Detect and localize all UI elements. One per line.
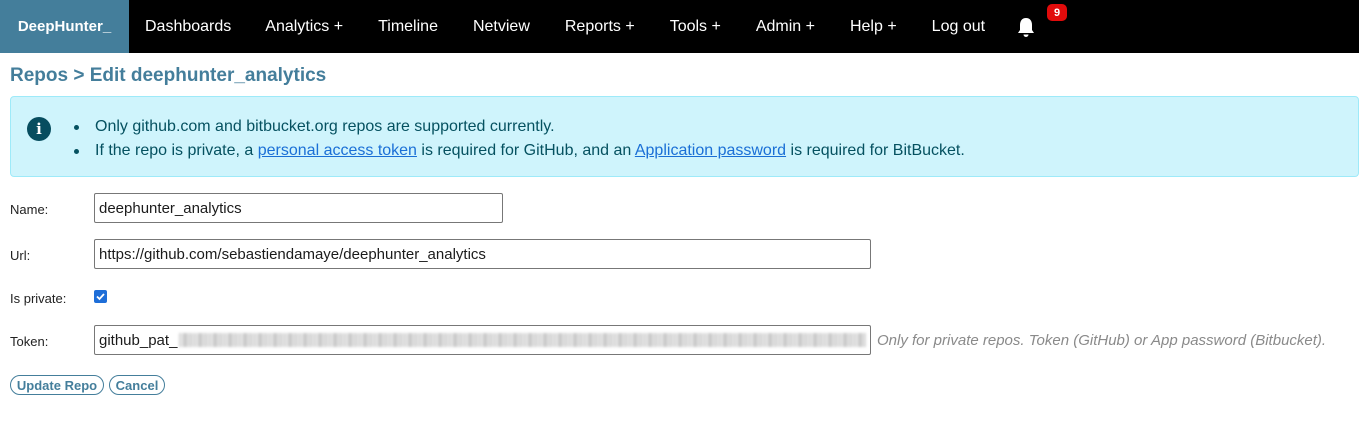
nav-dashboards[interactable]: Dashboards bbox=[145, 0, 231, 53]
info-text: If the repo is private, a bbox=[95, 142, 258, 159]
info-list: Only github.com and bitbucket.org repos … bbox=[71, 115, 965, 163]
is-private-label: Is private: bbox=[10, 291, 67, 306]
update-repo-button[interactable]: Update Repo bbox=[10, 375, 104, 395]
name-label: Name: bbox=[10, 202, 49, 217]
info-alert: i Only github.com and bitbucket.org repo… bbox=[10, 96, 1359, 177]
token-input[interactable]: github_pat_ bbox=[94, 325, 871, 355]
token-redacted bbox=[179, 333, 866, 347]
token-label: Token: bbox=[10, 334, 49, 349]
checkmark-icon bbox=[96, 293, 105, 301]
nav-reports[interactable]: Reports + bbox=[565, 0, 635, 53]
page-title-breadcrumb: Repos > Edit deephunter_analytics bbox=[10, 65, 327, 86]
bell-icon[interactable] bbox=[1016, 16, 1036, 38]
info-text: is required for BitBucket. bbox=[786, 142, 965, 159]
nav-logout[interactable]: Log out bbox=[932, 0, 985, 53]
info-item-private: If the repo is private, a personal acces… bbox=[71, 139, 965, 163]
application-password-link[interactable]: Application password bbox=[635, 142, 786, 159]
info-icon: i bbox=[27, 117, 51, 141]
url-input[interactable] bbox=[94, 239, 871, 269]
is-private-checkbox[interactable] bbox=[94, 290, 107, 303]
info-item-supported: Only github.com and bitbucket.org repos … bbox=[71, 115, 965, 139]
cancel-button[interactable]: Cancel bbox=[109, 375, 165, 395]
token-value-prefix: github_pat_ bbox=[99, 331, 178, 349]
brand-logo[interactable]: DeepHunter_ bbox=[0, 0, 129, 53]
info-text: is required for GitHub, and an bbox=[416, 142, 635, 159]
top-navbar: DeepHunter_ Dashboards Analytics + Timel… bbox=[0, 0, 1359, 53]
notification-badge: 9 bbox=[1047, 4, 1067, 21]
token-help-text: Only for private repos. Token (GitHub) o… bbox=[877, 332, 1327, 349]
personal-access-token-link[interactable]: personal access token bbox=[258, 142, 417, 159]
name-input[interactable] bbox=[94, 193, 503, 223]
nav-help[interactable]: Help + bbox=[850, 0, 897, 53]
nav-tools[interactable]: Tools + bbox=[670, 0, 721, 53]
url-label: Url: bbox=[10, 248, 31, 263]
nav-analytics[interactable]: Analytics + bbox=[265, 0, 343, 53]
nav-timeline[interactable]: Timeline bbox=[378, 0, 438, 53]
nav-admin[interactable]: Admin + bbox=[756, 0, 815, 53]
nav-netview[interactable]: Netview bbox=[473, 0, 530, 53]
